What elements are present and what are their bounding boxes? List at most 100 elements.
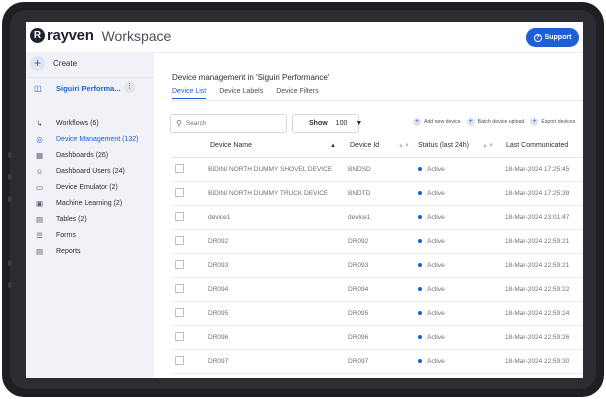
add-device-button[interactable]: + Add new device — [413, 118, 461, 126]
status-dot-icon — [418, 215, 422, 219]
sort-icon[interactable]: ▲▼ — [482, 143, 494, 149]
sort-icon[interactable]: ▲▼ — [398, 143, 410, 149]
plus-icon: + — [413, 118, 421, 126]
status-dot-icon — [418, 263, 422, 267]
show-label: Show — [309, 120, 328, 127]
sidebar-item-workflows[interactable]: ↳ Workflows (6) — [34, 117, 152, 130]
table-row[interactable]: device1 device1 Active 18-Mar-2024 23:01… — [172, 206, 583, 230]
sidebar-item-label: Dashboard Users (24) — [56, 168, 125, 175]
plus-icon: + — [530, 118, 539, 126]
sidebar-item-device-management[interactable]: ◎ Device Management (132) — [34, 133, 152, 146]
sidebar: + Create ◫ Siguiri Performa... ▼ ⋮ ↳ Wor… — [26, 53, 154, 378]
status-dot-icon — [418, 239, 422, 243]
device-name: BIDINI NORTH DUMMY TRUCK DEVICE — [208, 190, 329, 197]
project-name: Siguiri Performa... — [56, 83, 121, 93]
table-row[interactable]: DR093 DR093 Active 18-Mar-2024 22:59:21 — [172, 254, 583, 278]
column-device-name[interactable]: Device Name — [210, 142, 252, 149]
device-name: device1 — [208, 214, 231, 221]
search-icon: ⚲ — [176, 119, 182, 128]
column-status[interactable]: Status (last 24h) — [418, 142, 469, 149]
row-checkbox[interactable] — [175, 356, 184, 365]
sidebar-item-dashboards[interactable]: ▦ Dashboards (26) — [34, 149, 152, 162]
sidebar-item-device-emulator[interactable]: ▭ Device Emulator (2) — [34, 181, 152, 194]
sidebar-item-label: Machine Learning (2) — [56, 200, 123, 207]
question-icon: ? — [533, 33, 542, 42]
sidebar-item-label: Forms — [56, 232, 76, 239]
device-id: DR093 — [348, 262, 369, 269]
row-checkbox[interactable] — [175, 212, 184, 221]
device-id: BNDSD — [348, 166, 371, 173]
last-communicated: 18-Mar-2024 22:59:21 — [505, 262, 570, 269]
logo-text: rayven — [47, 27, 94, 44]
table-header: Device Name ▲ Device Id ▲▼ Status (last … — [172, 136, 583, 158]
row-checkbox[interactable] — [175, 284, 184, 293]
ml-icon: ▣ — [35, 199, 44, 208]
status-dot-icon — [418, 359, 422, 363]
status-dot-icon — [418, 335, 422, 339]
page-title: Device management in 'Siguiri Performanc… — [172, 73, 330, 82]
row-checkbox[interactable] — [175, 308, 184, 317]
row-checkbox[interactable] — [175, 188, 184, 197]
device-name: DR093 — [208, 262, 229, 269]
table-row[interactable]: DR095 DR095 Active 18-Mar-2024 22:59:24 — [172, 302, 583, 326]
device-id: DR096 — [348, 334, 369, 341]
more-options-icon[interactable]: ⋮ — [124, 82, 135, 93]
device-name: BIDINI NORTH DUMMY SHOVEL DEVICE — [208, 166, 333, 173]
row-checkbox[interactable] — [175, 236, 184, 245]
sidebar-item-reports[interactable]: ▤ Reports — [34, 245, 152, 258]
show-value: 100 — [335, 120, 348, 127]
table-row[interactable]: BIDINI NORTH DUMMY SHOVEL DEVICE BNDSD A… — [172, 158, 583, 182]
sidebar-item-machine-learning[interactable]: ▣ Machine Learning (2) — [34, 197, 152, 210]
status-dot-icon — [418, 191, 422, 195]
sort-asc-icon[interactable]: ▲ — [330, 143, 336, 149]
table-row[interactable]: DR096 DR096 Active 18-Mar-2024 22:59:26 — [172, 326, 583, 350]
last-communicated: 18-Mar-2024 17:25:45 — [505, 166, 570, 173]
sidebar-item-label: Reports — [56, 248, 81, 255]
side-sensor — [8, 196, 12, 202]
last-communicated: 18-Mar-2024 17:25:39 — [505, 190, 570, 197]
tab-device-list[interactable]: Device List — [172, 88, 207, 99]
create-button[interactable]: + Create — [30, 56, 77, 71]
main-content: Device management in 'Siguiri Performanc… — [154, 53, 583, 378]
device-id: DR094 — [348, 286, 369, 293]
tab-device-filters[interactable]: Device Filters — [276, 88, 318, 99]
status-text: Active — [427, 334, 445, 341]
app-screen: R rayven Workspace ? Support + Create ◫ … — [26, 22, 583, 378]
device-name: DR094 — [208, 286, 229, 293]
status-text: Active — [427, 190, 445, 197]
table-row[interactable]: DR097 DR097 Active 18-Mar-2024 22:59:30 — [172, 350, 583, 374]
last-communicated: 18-Mar-2024 22:59:26 — [505, 334, 570, 341]
create-label: Create — [53, 59, 78, 68]
row-checkbox[interactable] — [175, 260, 184, 269]
sidebar-item-dashboard-users[interactable]: ☺ Dashboard Users (24) — [34, 165, 152, 178]
row-checkbox[interactable] — [175, 332, 184, 341]
project-selector[interactable]: ◫ Siguiri Performa... ▼ ⋮ — [34, 81, 152, 95]
table-row[interactable]: BIDINI NORTH DUMMY TRUCK DEVICE BNDTD Ac… — [172, 182, 583, 206]
status-text: Active — [427, 166, 445, 173]
tab-device-labels[interactable]: Device Labels — [219, 88, 263, 99]
table-row[interactable]: DR094 DR094 Active 18-Mar-2024 22:59:22 — [172, 278, 583, 302]
status-text: Active — [427, 310, 445, 317]
last-communicated: 18-Mar-2024 22:59:30 — [505, 358, 570, 365]
status-text: Active — [427, 286, 445, 293]
sidebar-item-tables[interactable]: ▤ Tables (2) — [34, 213, 152, 226]
sidebar-item-forms[interactable]: ☰ Forms — [34, 229, 152, 242]
logo[interactable]: R rayven Workspace — [30, 27, 171, 44]
search-input[interactable] — [185, 120, 282, 127]
support-label: Support — [544, 34, 572, 41]
plus-icon: + — [466, 118, 475, 126]
row-checkbox[interactable] — [175, 164, 184, 173]
column-last-communicated[interactable]: Last Communicated — [506, 142, 568, 149]
support-button[interactable]: ? Support — [526, 28, 579, 47]
last-communicated: 18-Mar-2024 22:59:22 — [505, 286, 570, 293]
export-devices-button[interactable]: + Export devices — [530, 118, 575, 126]
table-actions: + Add new device + Batch device upload +… — [413, 118, 575, 126]
batch-upload-button[interactable]: + Batch device upload — [466, 118, 525, 126]
top-bar: R rayven Workspace ? Support — [26, 22, 583, 53]
action-label: Batch device upload — [477, 119, 525, 125]
page-size-select[interactable]: Show 100 ▼ — [292, 114, 362, 133]
column-device-id[interactable]: Device Id — [350, 142, 379, 149]
status-dot-icon — [418, 287, 422, 291]
table-row[interactable]: DR092 DR092 Active 18-Mar-2024 22:59:21 — [172, 230, 583, 254]
tab-bar: Device List Device Labels Device Filters — [172, 88, 319, 99]
